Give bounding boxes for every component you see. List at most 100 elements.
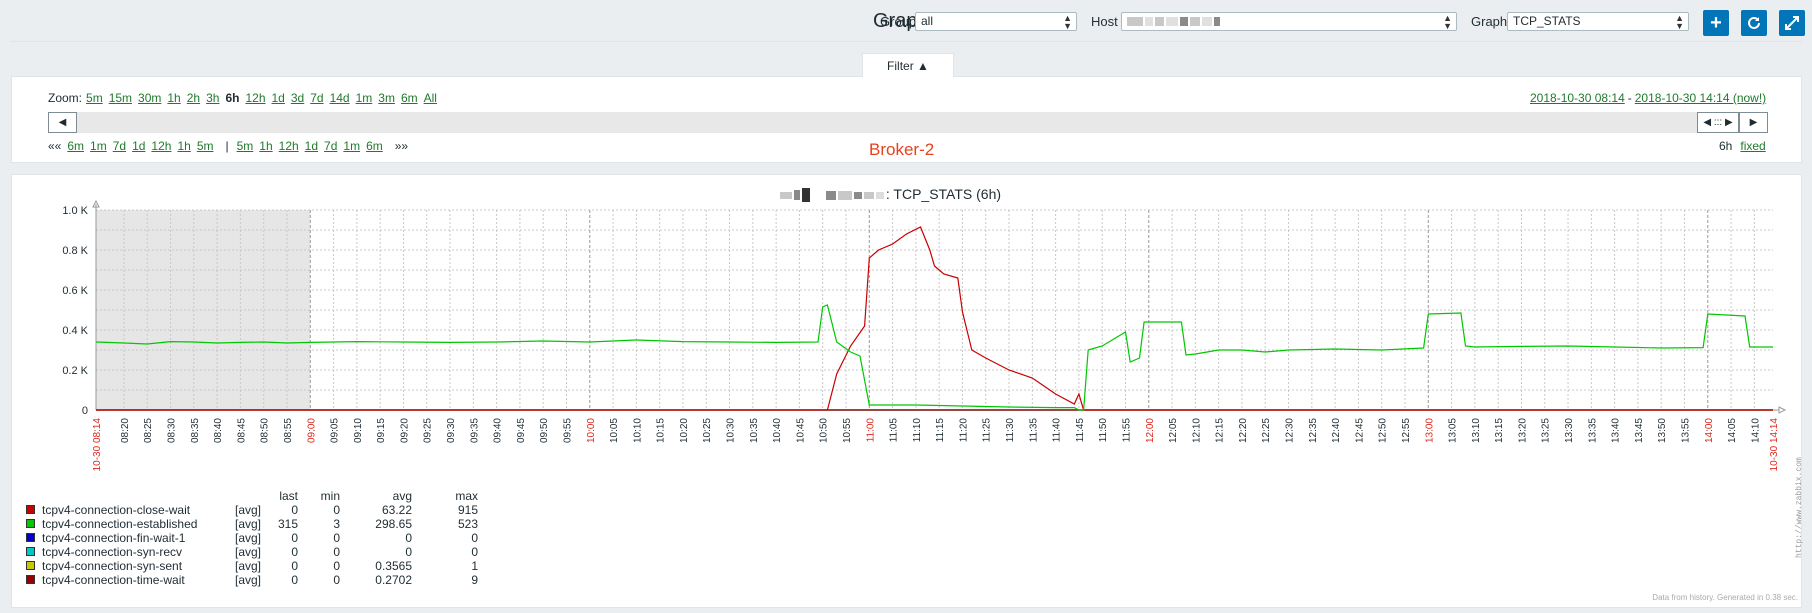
zoom-option-3[interactable]: 1h (167, 91, 180, 105)
zoom-option-13[interactable]: 3m (378, 91, 395, 105)
legend-last-value: 0 (291, 503, 298, 517)
timeline-right-button[interactable]: ▶ (1739, 112, 1768, 133)
group-select-value: all (921, 14, 934, 28)
nav-forward-links: 5m 1h 12h 1d 7d 1m 6m (237, 139, 389, 153)
x-tick-label: 11:20 (958, 418, 969, 443)
legend-min-value: 3 (333, 517, 340, 531)
y-tick-label: 0.8 K (62, 245, 88, 257)
nav-forward-option-6[interactable]: 6m (366, 139, 383, 153)
broker-label: Broker-2 (869, 140, 935, 159)
nav-forward-option-2[interactable]: 12h (279, 139, 299, 153)
x-tick-label: 13:10 (1471, 418, 1482, 443)
legend-max-value: 0 (471, 531, 478, 545)
x-tick-label: 11:40 (1052, 418, 1063, 443)
y-tick-label: 1.0 K (62, 205, 88, 217)
nav-forward-option-5[interactable]: 1m (343, 139, 360, 153)
drag-handle-icon: ◀ ::: ▶ (1703, 117, 1733, 128)
zoom-option-1[interactable]: 15m (109, 91, 132, 105)
zoom-option-14[interactable]: 6m (401, 91, 418, 105)
legend-series-name: tcpv4-connection-fin-wait-1 (42, 531, 186, 545)
x-tick-label: 09:45 (516, 418, 527, 443)
legend-header-last: last (279, 489, 298, 503)
x-tick-label: 12:00 (1145, 418, 1156, 443)
period-row: 6h fixed (1719, 139, 1772, 153)
zoom-option-7[interactable]: 12h (245, 91, 265, 105)
legend-header-avg: avg (392, 489, 412, 503)
legend-min-value: 0 (333, 573, 340, 587)
nav-forward-option-0[interactable]: 5m (237, 139, 254, 153)
filter-toggle-tab[interactable]: Filter ▲ (862, 53, 954, 77)
nav-forward-option-3[interactable]: 1d (305, 139, 318, 153)
zoom-option-0[interactable]: 5m (86, 91, 103, 105)
fixed-toggle-link[interactable]: fixed (1740, 139, 1765, 153)
x-tick-label: 08:45 (236, 418, 247, 443)
zoom-option-5[interactable]: 3h (206, 91, 219, 105)
x-tick-label: 13:25 (1541, 418, 1552, 443)
host-select[interactable]: ▲ ▼ (1121, 12, 1457, 31)
x-tick-label: 11:30 (1005, 418, 1016, 443)
legend-header-row: last min avg max (26, 489, 496, 503)
range-start-link[interactable]: 2018-10-30 08:14 (1530, 91, 1625, 105)
zoom-option-12[interactable]: 1m (356, 91, 373, 105)
x-tick-label: 09:40 (493, 418, 504, 443)
select-arrows-icon: ▲ ▼ (1675, 13, 1684, 31)
nav-forward-option-4[interactable]: 7d (324, 139, 337, 153)
range-end-link[interactable]: 2018-10-30 14:14 (now!) (1635, 91, 1766, 105)
x-tick-label: 11:45 (1075, 418, 1086, 443)
graph-select[interactable]: TCP_STATS ▲ ▼ (1507, 12, 1689, 31)
legend-max-value: 9 (471, 573, 478, 587)
y-tick-label: 0.2 K (62, 365, 88, 377)
legend-series-name: tcpv4-connection-time-wait (42, 573, 185, 587)
nav-forward-option-1[interactable]: 1h (259, 139, 272, 153)
nav-separator: | (225, 139, 229, 153)
x-tick-label: 12:05 (1168, 418, 1179, 443)
x-tick-label: 11:50 (1098, 418, 1109, 443)
x-tick-label: 13:35 (1587, 418, 1598, 443)
timeline-left-button[interactable]: ◀ (48, 112, 77, 133)
x-tick-label: 13:45 (1634, 418, 1645, 443)
zoom-option-8[interactable]: 1d (272, 91, 285, 105)
zoom-option-9[interactable]: 3d (291, 91, 304, 105)
nav-forward-last[interactable]: »» (395, 139, 408, 153)
triangle-right-icon: ▶ (1749, 117, 1758, 128)
zoom-option-6[interactable]: 6h (225, 91, 239, 105)
host-label: Host (1091, 14, 1118, 29)
zoom-option-10[interactable]: 7d (310, 91, 323, 105)
timeline-handle[interactable]: ◀ ::: ▶ (1697, 112, 1739, 133)
legend-series-func: [avg] (235, 503, 262, 517)
zoom-option-2[interactable]: 30m (138, 91, 161, 105)
timeline-scrollbar[interactable] (48, 112, 1768, 133)
time-range: 2018-10-30 08:14-2018-10-30 14:14 (now!) (1530, 91, 1766, 105)
x-tick-label: 08:25 (143, 418, 154, 443)
legend-avg-value: 0 (405, 531, 412, 545)
x-tick-label: 08:50 (260, 418, 271, 443)
x-tick-label: 09:35 (469, 418, 480, 443)
x-tick-label: 10:05 (609, 418, 620, 443)
zoom-option-15[interactable]: All (424, 91, 437, 105)
refresh-button[interactable] (1741, 10, 1767, 36)
nav-back-option-5[interactable]: 1h (177, 139, 190, 153)
nav-back-option-1[interactable]: 1m (90, 139, 107, 153)
zoom-option-11[interactable]: 14d (330, 91, 350, 105)
group-select[interactable]: all ▲ ▼ (915, 12, 1077, 31)
legend-max-value: 915 (457, 503, 478, 517)
triangle-left-icon: ◀ (58, 117, 67, 128)
nav-back-option-3[interactable]: 1d (132, 139, 145, 153)
fullscreen-button[interactable] (1779, 10, 1805, 36)
period-value: 6h (1719, 139, 1733, 153)
legend-last-value: 0 (291, 559, 298, 573)
legend-header-max: max (455, 489, 478, 503)
legend-avg-value: 0.3565 (375, 559, 412, 573)
add-to-favourites-button[interactable]: + (1703, 10, 1729, 36)
legend-min-value: 0 (333, 503, 340, 517)
x-tick-label: 11:35 (1028, 418, 1039, 443)
nav-back-option-0[interactable]: 6m (67, 139, 84, 153)
select-arrows-icon: ▲ ▼ (1443, 13, 1452, 31)
nav-back-option-6[interactable]: 5m (197, 139, 214, 153)
x-tick-label: 13:05 (1448, 418, 1459, 443)
graph-label: Graph (1471, 14, 1508, 29)
nav-back-option-4[interactable]: 12h (151, 139, 171, 153)
nav-back-first[interactable]: «« (48, 139, 61, 153)
zoom-option-4[interactable]: 2h (187, 91, 200, 105)
nav-back-option-2[interactable]: 7d (113, 139, 126, 153)
